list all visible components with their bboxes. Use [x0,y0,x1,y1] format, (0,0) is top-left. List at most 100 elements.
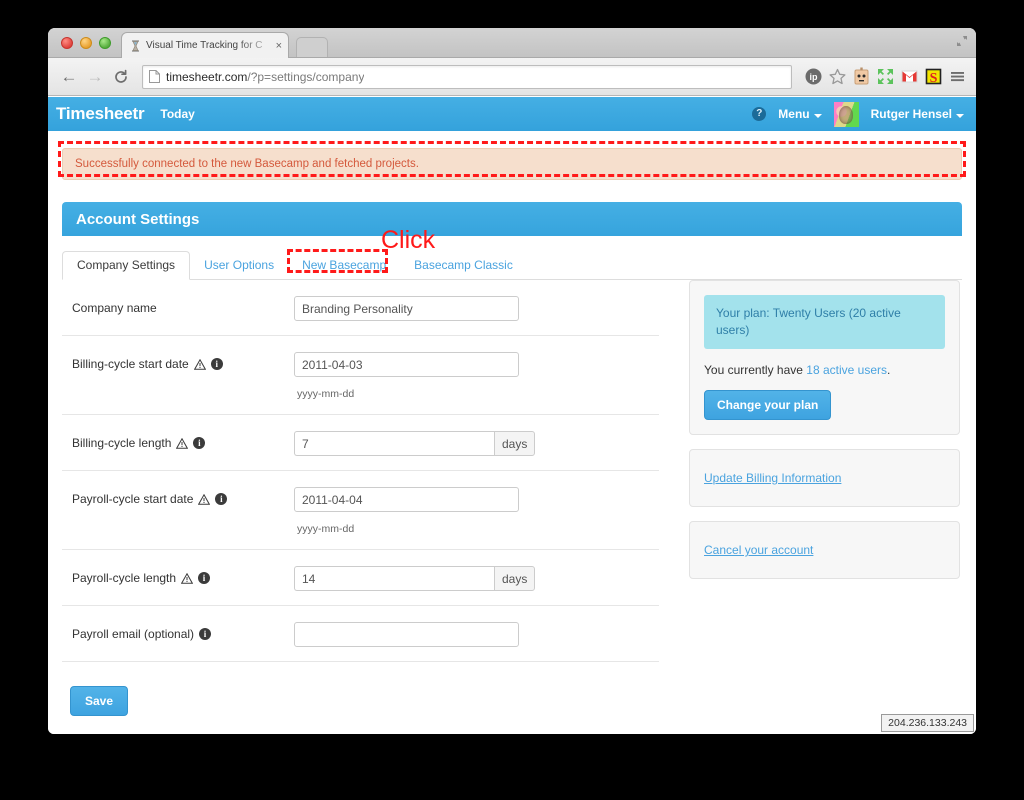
svg-text:ip: ip [810,72,819,82]
robot-extension-icon[interactable] [851,66,872,87]
page-content: Successfully connected to the new Baseca… [48,148,976,716]
gmail-icon[interactable] [899,66,920,87]
ip-badge-icon[interactable]: ip [803,66,824,87]
chrome-menu-icon[interactable] [947,66,968,87]
field-label: Payroll email (optional) i [62,622,294,641]
input-addon-days: days [494,431,536,456]
bookmark-star-icon[interactable] [827,66,848,87]
payroll-cycle-start-date-input[interactable] [294,487,519,512]
header-right-group: ? Menu Rutger Hensel [752,101,964,127]
warning-triangle-icon[interactable] [176,437,189,449]
field-label: Billing-cycle start date i [62,352,294,371]
nav-item-today[interactable]: Today [160,107,194,121]
input-group: days [294,566,536,591]
app-logo[interactable]: Timesheetr [56,104,145,124]
billing-box: Update Billing Information [689,449,960,507]
avatar[interactable] [833,101,859,127]
payroll-cycle-length-input[interactable] [294,566,494,591]
field-label-text: Payroll-cycle length [72,571,177,585]
field-label: Billing-cycle length i [62,431,294,450]
update-billing-information-link[interactable]: Update Billing Information [704,464,945,492]
plan-box: Your plan: Twenty Users (20 active users… [689,280,960,435]
tab-user-options[interactable]: User Options [190,252,288,279]
company-name-input[interactable] [294,296,519,321]
field-control [294,296,659,321]
back-icon[interactable]: ← [56,67,82,87]
active-users-link[interactable]: 18 active users [806,363,887,377]
change-plan-button[interactable]: Change your plan [704,390,832,420]
content-columns: Company name Billing-cycle start date [62,280,962,716]
page-title: Account Settings [62,202,962,236]
window-resize-icon[interactable] [954,33,970,49]
new-tab-button[interactable] [296,37,328,57]
form-row: Billing-cycle length i days [62,415,659,471]
payroll-email-input[interactable] [294,622,519,647]
field-label: Payroll-cycle start date i [62,487,294,506]
field-control [294,622,659,647]
warning-triangle-icon[interactable] [198,493,211,505]
window-minimize-button[interactable] [80,37,92,49]
menu-dropdown[interactable]: Menu [778,105,822,123]
address-bar-url: timesheetr.com/?p=settings/company [166,70,364,84]
save-button[interactable]: Save [70,686,129,716]
info-icon[interactable]: i [210,358,223,370]
user-name-label: Rutger Hensel [870,107,952,121]
fullscreen-arrows-icon[interactable] [875,66,896,87]
tab-basecamp-classic[interactable]: Basecamp Classic [400,252,527,279]
help-icon[interactable]: ? [752,107,767,121]
form-row: Payroll email (optional) i [62,606,659,662]
hourglass-icon [130,39,141,52]
field-label-text: Billing-cycle length [72,436,172,450]
active-users-suffix: . [887,363,891,377]
info-icon[interactable]: i [193,437,206,449]
settings-tabs: Company Settings User Options New Baseca… [62,251,962,280]
browser-tab[interactable]: Visual Time Tracking for C × [121,32,289,58]
app-header: Timesheetr Today ? Menu Rutger Hensel [48,97,976,131]
form-row: Payroll-cycle length i days [62,550,659,606]
settings-form: Company name Billing-cycle start date [62,280,659,716]
info-icon[interactable]: i [198,572,211,584]
field-label-text: Company name [72,301,157,315]
billing-cycle-start-date-input[interactable] [294,352,519,377]
chevron-down-icon [813,114,822,118]
ip-address-indicator: 204.236.133.243 [881,714,974,732]
user-dropdown[interactable]: Rutger Hensel [871,105,964,123]
form-row: Payroll-cycle start date i yyyy-mm-dd [62,471,659,550]
field-control: yyyy-mm-dd [294,487,659,535]
url-domain: timesheetr.com [166,69,248,84]
cancel-account-link[interactable]: Cancel your account [704,536,945,564]
info-icon[interactable]: i [199,628,212,640]
field-control: days [294,431,659,456]
s-extension-icon[interactable]: S [923,66,944,87]
active-users-prefix: You currently have [704,363,807,377]
warning-triangle-icon[interactable] [180,572,194,584]
window-close-button[interactable] [61,37,73,49]
info-icon[interactable]: i [215,493,228,505]
browser-toolbar: ← → timesheetr.com/?p=settings/company i… [48,58,976,96]
field-label: Company name [62,296,294,315]
browser-tab-title: Visual Time Tracking for C [146,40,263,51]
page-document-icon [149,70,160,83]
tab-company-settings[interactable]: Company Settings [62,251,191,280]
page-viewport: Timesheetr Today ? Menu Rutger Hensel Su… [48,97,976,734]
forward-icon[interactable]: → [82,67,108,87]
active-users-line: You currently have 18 active users. [704,363,945,377]
field-label: Payroll-cycle length i [62,566,294,585]
address-bar[interactable]: timesheetr.com/?p=settings/company [142,64,792,89]
field-control: yyyy-mm-dd [294,352,659,400]
billing-cycle-length-input[interactable] [294,431,494,456]
browser-window: Visual Time Tracking for C × ← → timeshe… [48,28,976,734]
field-label-text: Payroll-cycle start date [72,492,194,506]
field-control: days [294,566,659,591]
close-icon[interactable]: × [276,40,282,52]
sidebar: Your plan: Twenty Users (20 active users… [689,280,960,716]
field-label-text: Payroll email (optional) [72,627,195,641]
url-path: /?p=settings/company [247,69,365,84]
status-badge: Your plan: Twenty Users (20 active users… [704,295,945,349]
form-row: Company name [62,280,659,336]
reload-icon[interactable] [108,67,134,87]
field-label-text: Billing-cycle start date [72,357,189,371]
warning-triangle-icon[interactable] [193,358,206,370]
window-zoom-button[interactable] [99,37,111,49]
tab-new-basecamp[interactable]: New Basecamp [288,252,400,279]
